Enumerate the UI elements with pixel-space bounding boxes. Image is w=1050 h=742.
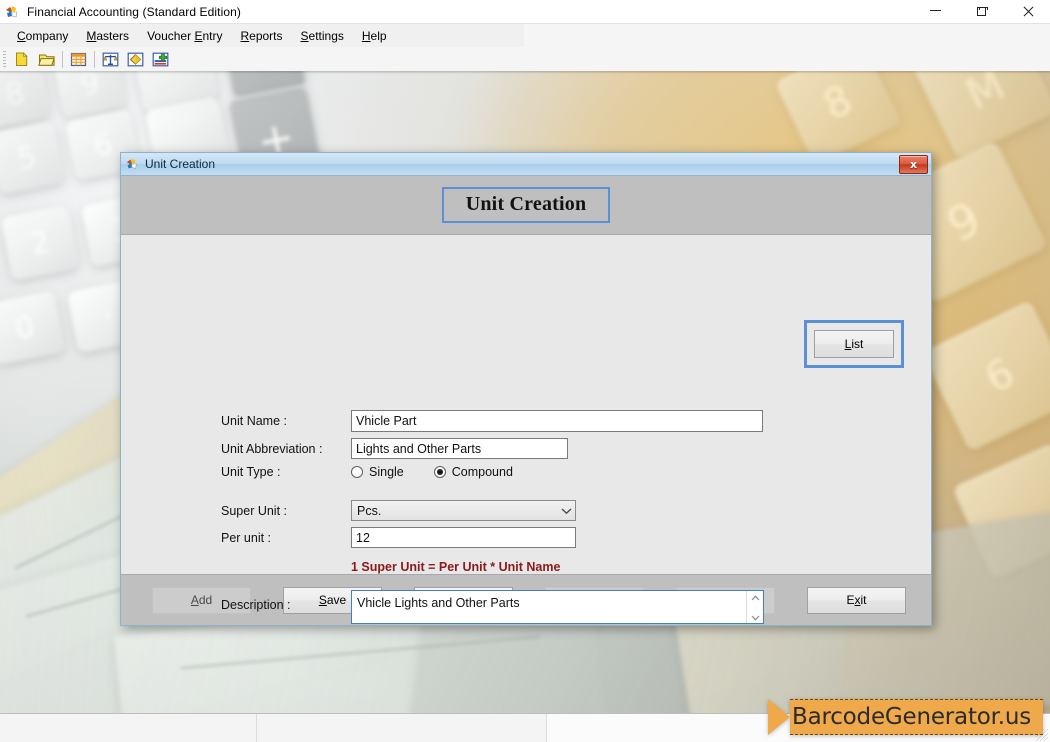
radio-compound-indicator: [433, 466, 446, 478]
dialog-puzzle-icon: [125, 157, 139, 171]
radio-single-indicator: [351, 466, 363, 478]
main-window-title: Financial Accounting (Standard Edition): [27, 4, 242, 19]
calendar-table-icon[interactable]: [68, 49, 89, 69]
description-box: [351, 590, 764, 624]
balance-scale-icon[interactable]: [100, 49, 121, 69]
restore-icon[interactable]: [958, 0, 1004, 23]
field-row-unit-name: Unit Name :: [221, 410, 871, 432]
watermark-text: BarcodeGenerator.us: [792, 704, 1032, 730]
menubar: Company Masters Voucher Entry Reports Se…: [0, 23, 1050, 48]
field-row-description: Description :: [221, 590, 901, 624]
description-scrollbar[interactable]: [746, 591, 763, 623]
app-puzzle-icon: [4, 4, 20, 20]
status-panel-2: [257, 714, 547, 742]
dialog-close-icon[interactable]: x: [899, 155, 928, 174]
report-chart-icon[interactable]: [150, 49, 171, 69]
main-window-titlebar: Financial Accounting (Standard Edition): [0, 0, 1050, 23]
status-panel-1: [0, 714, 257, 742]
per-unit-label: Per unit :: [221, 530, 272, 545]
diamond-ledger-icon[interactable]: [125, 49, 146, 69]
unit-name-input[interactable]: [351, 410, 763, 432]
super-unit-value: Pcs.: [357, 503, 382, 518]
menu-item-reports[interactable]: Reports: [231, 26, 291, 46]
window-controls: [912, 0, 1050, 23]
unit-abbreviation-label: Unit Abbreviation :: [221, 441, 323, 456]
minimize-icon[interactable]: [912, 0, 958, 23]
desktop-top-shadow: [0, 71, 1050, 74]
formula-note: 1 Super Unit = Per Unit * Unit Name: [351, 560, 561, 574]
scroll-down-icon[interactable]: [751, 614, 760, 624]
toolbar-separator-2: [94, 50, 95, 68]
toolbar-grip[interactable]: [3, 51, 6, 67]
menu-item-settings[interactable]: Settings: [292, 26, 353, 46]
chevron-down-icon: [557, 501, 575, 520]
menu-item-masters[interactable]: Masters: [77, 26, 138, 46]
description-textarea[interactable]: [352, 591, 746, 623]
ribbon-body: BarcodeGenerator.us: [790, 699, 1044, 735]
super-unit-combobox[interactable]: Pcs.: [351, 500, 576, 521]
toolbar-separator-1: [62, 50, 63, 68]
menu-item-company[interactable]: Company: [8, 26, 77, 46]
dialog-header-title: Unit Creation: [441, 187, 611, 223]
dialog-body: List Unit Name : Unit Abbreviation : Uni…: [121, 235, 931, 624]
unit-abbreviation-input[interactable]: [351, 438, 568, 459]
open-folder-icon[interactable]: [36, 49, 57, 69]
unit-type-radio-compound[interactable]: Compound: [433, 465, 513, 479]
field-row-unit-type: Unit Type : Single Compound: [221, 465, 871, 479]
new-document-icon[interactable]: [11, 49, 32, 69]
list-button-accel: L: [844, 337, 852, 351]
radio-compound-label: Compound: [451, 465, 513, 479]
per-unit-input[interactable]: [351, 527, 576, 548]
unit-creation-dialog: Unit Creation x Unit Creation List Unit …: [120, 152, 932, 626]
close-icon[interactable]: [1004, 0, 1050, 23]
toolbar: [0, 47, 1050, 72]
unit-type-radio-single[interactable]: Single: [351, 465, 404, 479]
ribbon-tail: [768, 699, 790, 735]
field-row-unit-abbreviation: Unit Abbreviation :: [221, 438, 871, 459]
list-button-focus-ring: List: [804, 320, 904, 368]
dialog-close-glyph: x: [909, 158, 918, 171]
radio-single-label: Single: [369, 465, 404, 479]
watermark-ribbon: BarcodeGenerator.us: [768, 699, 1044, 735]
menu-item-voucher-entry[interactable]: Voucher Entry: [138, 26, 231, 46]
dialog-title: Unit Creation: [145, 157, 216, 171]
scroll-up-icon[interactable]: [751, 594, 760, 604]
dialog-titlebar: Unit Creation x: [121, 153, 931, 176]
field-row-super-unit: Super Unit : Pcs.: [221, 500, 871, 521]
application-window: Financial Accounting (Standard Edition) …: [0, 0, 1050, 742]
menu-item-help[interactable]: Help: [353, 26, 396, 46]
super-unit-label: Super Unit :: [221, 503, 288, 518]
description-label: Description :: [221, 598, 291, 612]
field-row-per-unit: Per unit :: [221, 527, 871, 548]
unit-type-label: Unit Type :: [221, 465, 281, 479]
list-button[interactable]: List: [814, 330, 894, 358]
dialog-header-banner: Unit Creation: [121, 176, 931, 235]
unit-name-label: Unit Name :: [221, 414, 287, 428]
